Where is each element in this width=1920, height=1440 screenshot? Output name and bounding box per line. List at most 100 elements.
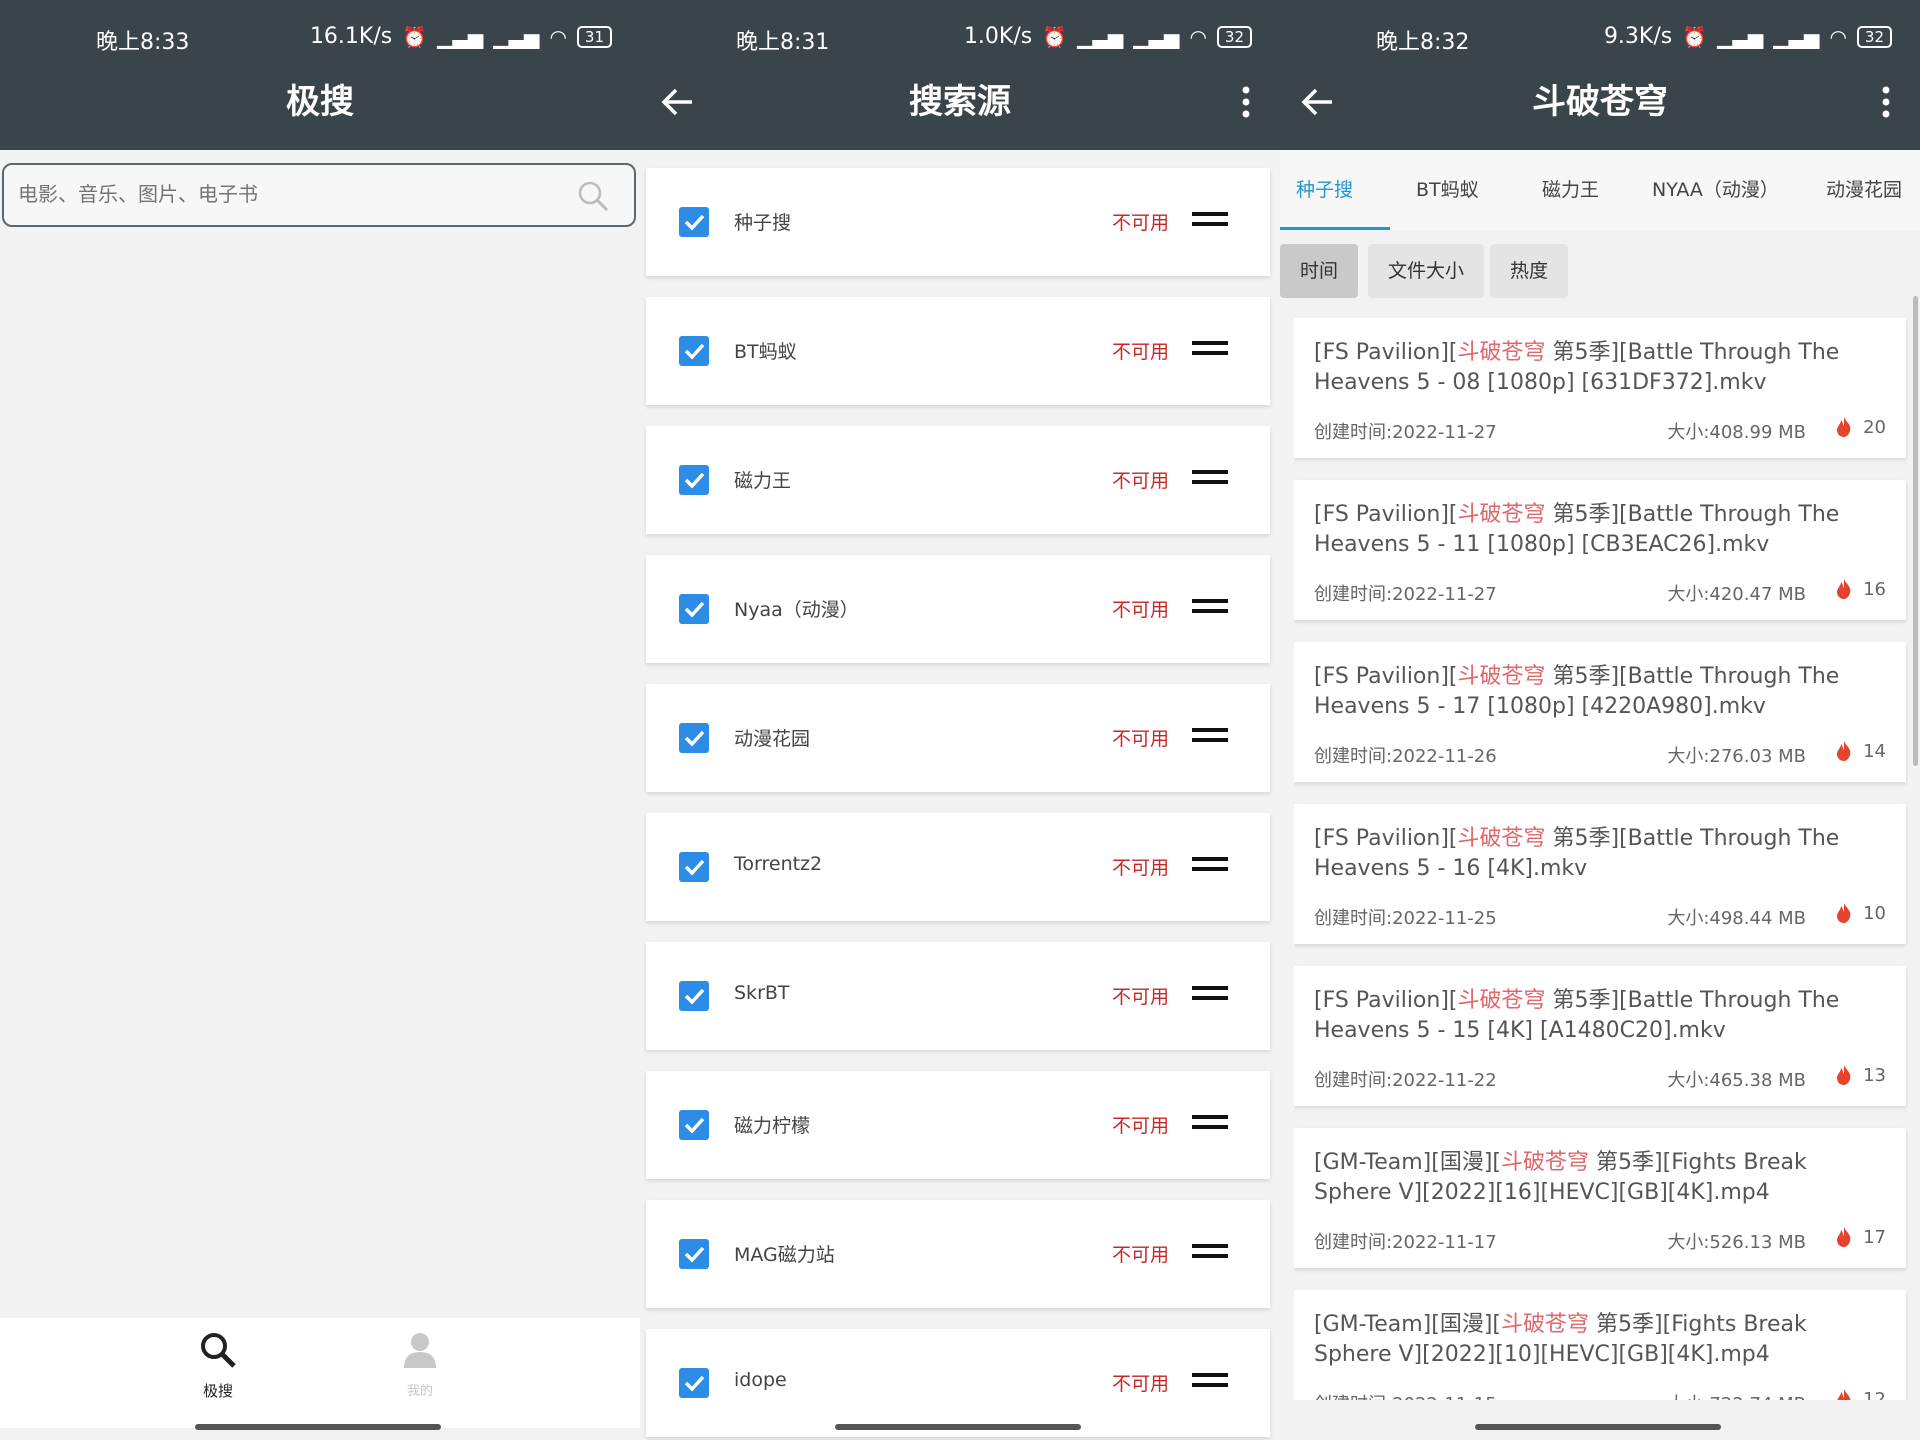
nav-item-me[interactable]: 我的 bbox=[360, 1330, 480, 1399]
more-vert-icon[interactable] bbox=[1866, 82, 1906, 122]
search-icon bbox=[201, 1333, 236, 1368]
source-item[interactable]: Nyaa（动漫） 不可用 bbox=[646, 555, 1270, 663]
source-item[interactable]: Torrentz2 不可用 bbox=[646, 813, 1270, 921]
source-status: 不可用 bbox=[1112, 212, 1170, 234]
result-item[interactable]: [FS Pavilion][斗破苍穹 第5季][Battle Through T… bbox=[1294, 318, 1906, 458]
tab-btmayi[interactable]: BT蚂蚁 bbox=[1416, 150, 1479, 230]
drag-handle-icon[interactable] bbox=[1192, 1373, 1228, 1391]
source-status: 不可用 bbox=[1112, 599, 1170, 621]
nav-item-search[interactable]: 极搜 bbox=[158, 1330, 278, 1401]
source-item[interactable]: 磁力柠檬 不可用 bbox=[646, 1071, 1270, 1179]
source-item[interactable]: SkrBT 不可用 bbox=[646, 942, 1270, 1050]
search-input[interactable] bbox=[16, 181, 560, 207]
drag-handle-icon[interactable] bbox=[1192, 341, 1228, 359]
result-date: 创建时间:2022-11-25 bbox=[1314, 908, 1497, 929]
search-box[interactable] bbox=[2, 163, 636, 227]
source-item[interactable]: MAG磁力站 不可用 bbox=[646, 1200, 1270, 1308]
signal-icon: ▁▃▅ bbox=[1077, 24, 1124, 49]
tab-indicator bbox=[1280, 227, 1390, 230]
source-status: 不可用 bbox=[1112, 470, 1170, 492]
fire-icon bbox=[1837, 1065, 1851, 1085]
checkbox-checked-icon[interactable] bbox=[679, 594, 709, 624]
result-size: 大小:722.74 MB bbox=[1667, 1390, 1806, 1400]
source-status: 不可用 bbox=[1112, 857, 1170, 879]
checkbox-checked-icon[interactable] bbox=[679, 1368, 709, 1398]
network-speed: 9.3K/s bbox=[1603, 24, 1673, 49]
scrollbar[interactable] bbox=[1913, 296, 1918, 766]
tab-dongmanhuayuan[interactable]: 动漫花园 bbox=[1826, 150, 1902, 230]
drag-handle-icon[interactable] bbox=[1192, 986, 1228, 1004]
source-item[interactable]: idope 不可用 bbox=[646, 1329, 1270, 1437]
result-title: [FS Pavilion][斗破苍穹 第5季][Battle Through T… bbox=[1314, 340, 1840, 395]
drag-handle-icon[interactable] bbox=[1192, 1115, 1228, 1133]
result-item[interactable]: [FS Pavilion][斗破苍穹 第5季][Battle Through T… bbox=[1294, 480, 1906, 620]
source-item[interactable]: 种子搜 不可用 bbox=[646, 168, 1270, 276]
checkbox-checked-icon[interactable] bbox=[679, 852, 709, 882]
source-status: 不可用 bbox=[1112, 1244, 1170, 1266]
drag-handle-icon[interactable] bbox=[1192, 728, 1228, 746]
status-time: 晚上8:31 bbox=[736, 30, 830, 55]
result-heat: 20 bbox=[1863, 416, 1886, 438]
network-speed: 1.0K/s bbox=[963, 24, 1033, 49]
tab-ciliwang[interactable]: 磁力王 bbox=[1542, 150, 1599, 230]
result-item[interactable]: [FS Pavilion][斗破苍穹 第5季][Battle Through T… bbox=[1294, 804, 1906, 944]
drag-handle-icon[interactable] bbox=[1192, 857, 1228, 875]
result-item[interactable]: [GM-Team][国漫][斗破苍穹 第5季][Fights Break Sph… bbox=[1294, 1128, 1906, 1268]
tab-nyaa[interactable]: NYAA（动漫） bbox=[1652, 150, 1779, 230]
source-name: BT蚂蚁 bbox=[734, 341, 797, 363]
source-name: SkrBT bbox=[734, 982, 790, 1004]
source-item[interactable]: 动漫花园 不可用 bbox=[646, 684, 1270, 792]
result-title: [FS Pavilion][斗破苍穹 第5季][Battle Through T… bbox=[1314, 502, 1840, 557]
tab-zhongzisou[interactable]: 种子搜 bbox=[1296, 150, 1353, 230]
drag-handle-icon[interactable] bbox=[1192, 212, 1228, 230]
result-item[interactable]: [GM-Team][国漫][斗破苍穹 第5季][Fights Break Sph… bbox=[1294, 1290, 1906, 1400]
search-icon[interactable] bbox=[576, 179, 610, 213]
fire-icon bbox=[1837, 1227, 1851, 1247]
result-date: 创建时间:2022-11-22 bbox=[1314, 1070, 1497, 1091]
source-status: 不可用 bbox=[1112, 1373, 1170, 1395]
nav-label: 极搜 bbox=[202, 1382, 233, 1400]
drag-handle-icon[interactable] bbox=[1192, 1244, 1228, 1262]
page-title: 斗破苍穹 bbox=[1532, 82, 1668, 122]
checkbox-checked-icon[interactable] bbox=[679, 465, 709, 495]
fire-icon bbox=[1837, 579, 1851, 599]
network-speed: 16.1K/s bbox=[309, 24, 393, 49]
source-item[interactable]: 磁力王 不可用 bbox=[646, 426, 1270, 534]
wifi-icon: ◠ bbox=[1189, 24, 1207, 49]
results-list: [FS Pavilion][斗破苍穹 第5季][Battle Through T… bbox=[1294, 318, 1908, 1400]
drag-handle-icon[interactable] bbox=[1192, 599, 1228, 617]
checkbox-checked-icon[interactable] bbox=[679, 336, 709, 366]
source-name: 种子搜 bbox=[734, 212, 792, 234]
result-title: [FS Pavilion][斗破苍穹 第5季][Battle Through T… bbox=[1314, 988, 1840, 1043]
checkbox-checked-icon[interactable] bbox=[679, 723, 709, 753]
checkbox-checked-icon[interactable] bbox=[679, 207, 709, 237]
sort-by-time[interactable]: 时间 bbox=[1280, 244, 1359, 298]
fire-icon bbox=[1837, 1389, 1851, 1400]
bottom-nav: 极搜 我的 bbox=[0, 1318, 640, 1428]
search-sources-screen: 晚上8:31 1.0K/s ⏰ ▁▃▅ ▁▃▅ ◠ 32 搜索源 种子搜 不可用… bbox=[640, 0, 1280, 1440]
result-heat: 13 bbox=[1863, 1064, 1886, 1086]
result-item[interactable]: [FS Pavilion][斗破苍穹 第5季][Battle Through T… bbox=[1294, 966, 1906, 1106]
source-name: Nyaa（动漫） bbox=[734, 599, 859, 621]
fire-icon bbox=[1837, 903, 1851, 923]
fire-icon bbox=[1837, 741, 1851, 761]
sort-by-heat[interactable]: 热度 bbox=[1490, 244, 1569, 298]
sort-by-size[interactable]: 文件大小 bbox=[1368, 244, 1485, 298]
more-vert-icon[interactable] bbox=[1226, 82, 1266, 122]
result-heat: 16 bbox=[1863, 578, 1886, 600]
checkbox-checked-icon[interactable] bbox=[679, 981, 709, 1011]
alarm-icon: ⏰ bbox=[1042, 24, 1068, 49]
result-size: 大小:420.47 MB bbox=[1667, 584, 1806, 605]
checkbox-checked-icon[interactable] bbox=[679, 1110, 709, 1140]
drag-handle-icon[interactable] bbox=[1192, 470, 1228, 488]
person-icon bbox=[404, 1333, 436, 1368]
status-bar: 晚上8:33 16.1K/s ⏰ ▁▃▅ ▁▃▅ ◠ 31 bbox=[0, 0, 640, 55]
result-title: [FS Pavilion][斗破苍穹 第5季][Battle Through T… bbox=[1314, 664, 1840, 719]
result-size: 大小:465.38 MB bbox=[1667, 1070, 1806, 1091]
checkbox-checked-icon[interactable] bbox=[679, 1239, 709, 1269]
search-results-screen: 晚上8:32 9.3K/s ⏰ ▁▃▅ ▁▃▅ ◠ 32 斗破苍穹 种子搜 BT… bbox=[1280, 0, 1920, 1440]
result-title: [GM-Team][国漫][斗破苍穹 第5季][Fights Break Sph… bbox=[1314, 1150, 1807, 1205]
result-item[interactable]: [FS Pavilion][斗破苍穹 第5季][Battle Through T… bbox=[1294, 642, 1906, 782]
source-item[interactable]: BT蚂蚁 不可用 bbox=[646, 297, 1270, 405]
home-screen: 晚上8:33 16.1K/s ⏰ ▁▃▅ ▁▃▅ ◠ 31 极搜 极搜 我的 bbox=[0, 0, 640, 1440]
